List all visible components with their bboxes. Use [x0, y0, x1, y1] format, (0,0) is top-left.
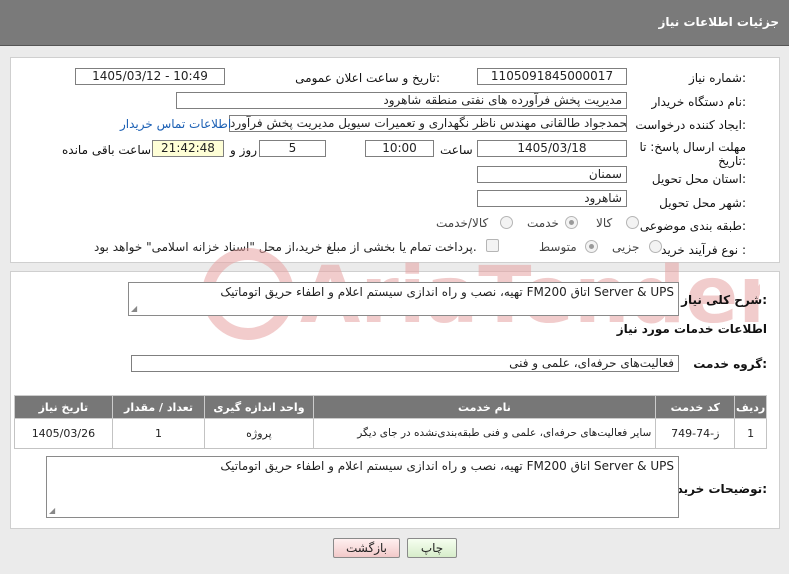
- resize-grip-icon[interactable]: ◢: [49, 506, 55, 515]
- city-field: شاهرود: [477, 190, 627, 207]
- page-title: جزئیات اطلاعات نیاز: [658, 15, 779, 29]
- treasury-payment-checkbox[interactable]: [486, 239, 499, 252]
- days-field: 5: [259, 140, 326, 157]
- need-number-field: 1105091845000017: [477, 68, 627, 85]
- service-group-label: گروه خدمت:: [693, 357, 767, 371]
- buyer-notes-textarea[interactable]: تهیه، نصب و راه اندازی سیستم اعلام و اطف…: [46, 456, 679, 518]
- creator-field: محمدجواد طالقانی مهندس ناظر نگهداری و تع…: [229, 115, 627, 132]
- province-field: سمنان: [477, 166, 627, 183]
- print-button[interactable]: چاپ: [407, 538, 457, 558]
- category-goods-service-label: کالا/خدمت: [436, 216, 489, 230]
- services-section-title: اطلاعات خدمات مورد نیاز: [616, 322, 767, 336]
- table-header-row: تاریخ نیاز تعداد / مقدار واحد اندازه گیر…: [14, 395, 767, 419]
- need-number-label: شماره نیاز:: [688, 71, 746, 85]
- announce-datetime-label: تاریخ و ساعت اعلان عمومی:: [295, 71, 440, 85]
- cell-unit: پروژه: [204, 418, 314, 449]
- category-goods-radio[interactable]: [626, 216, 639, 229]
- process-type-label: نوع فرآیند خرید :: [661, 243, 746, 257]
- deadline-label: مهلت ارسال پاسخ: تا تاریخ:: [639, 140, 746, 168]
- cell-service-code: ز-74-749: [655, 418, 736, 449]
- deadline-time-field: 10:00: [365, 140, 434, 157]
- process-medium-label: متوسط: [539, 240, 577, 254]
- process-medium-radio[interactable]: [585, 240, 598, 253]
- deadline-date-field: 1405/03/18: [477, 140, 627, 157]
- creator-label: ایجاد کننده درخواست:: [635, 118, 746, 132]
- province-label: استان محل تحویل:: [651, 172, 746, 186]
- table-row: 1405/03/26 1 پروژه سایر فعالیت‌های حرفه‌…: [14, 418, 767, 449]
- back-button[interactable]: بازگشت: [333, 538, 400, 558]
- buyer-org-field: مدیریت پخش فرآورده های نفتی منطقه شاهرود: [176, 92, 627, 109]
- col-unit: واحد اندازه گیری: [204, 395, 314, 419]
- category-goods-label: کالا: [596, 216, 613, 230]
- summary-label: شرح کلی نیاز:: [681, 293, 767, 307]
- services-table: تاریخ نیاز تعداد / مقدار واحد اندازه گیر…: [14, 395, 767, 449]
- remaining-time-field: 21:42:48: [152, 140, 224, 157]
- summary-textarea[interactable]: تهیه، نصب و راه اندازی سیستم اعلام و اطف…: [128, 282, 679, 316]
- buyer-contact-link[interactable]: اطلاعات تماس خریدار: [120, 117, 231, 131]
- resize-grip-icon[interactable]: ◢: [131, 304, 137, 313]
- col-row: ردیف: [734, 395, 767, 419]
- days-label: روز و: [230, 143, 257, 157]
- category-label: طبقه بندی موضوعی:: [639, 219, 746, 233]
- category-service-label: خدمت: [527, 216, 559, 230]
- treasury-payment-note: پرداخت تمام یا بخشی از مبلغ خرید،از محل …: [94, 240, 477, 254]
- category-goods-service-radio[interactable]: [500, 216, 513, 229]
- process-minor-label: جزیی: [612, 240, 640, 254]
- col-service-name: نام خدمت: [312, 395, 657, 419]
- service-group-field: فعالیت‌های حرفه‌ای، علمی و فنی: [131, 355, 679, 372]
- announce-datetime-field: 1405/03/12 - 10:49: [75, 68, 225, 85]
- buyer-notes-label: توضیحات خریدار:: [665, 482, 767, 496]
- remaining-time-label: ساعت باقی مانده: [62, 143, 152, 157]
- cell-quantity: 1: [111, 418, 206, 449]
- buyer-notes-text: تهیه، نصب و راه اندازی سیستم اعلام و اطف…: [220, 459, 674, 473]
- category-service-radio[interactable]: [565, 216, 578, 229]
- cell-service-name: سایر فعالیت‌های حرفه‌ای، علمی و فنی طبقه…: [312, 418, 657, 449]
- col-service-code: کد خدمت: [655, 395, 736, 419]
- summary-text: تهیه، نصب و راه اندازی سیستم اعلام و اطف…: [220, 285, 674, 299]
- deadline-time-label: ساعت: [440, 143, 473, 157]
- city-label: شهر محل تحویل:: [659, 196, 746, 210]
- col-date: تاریخ نیاز: [14, 395, 113, 419]
- buyer-org-label: نام دستگاه خریدار:: [651, 95, 747, 109]
- col-quantity: تعداد / مقدار: [111, 395, 206, 419]
- page-header: جزئیات اطلاعات نیاز: [0, 0, 789, 46]
- cell-date: 1405/03/26: [14, 418, 113, 449]
- cell-row: 1: [734, 418, 767, 449]
- process-minor-radio[interactable]: [649, 240, 662, 253]
